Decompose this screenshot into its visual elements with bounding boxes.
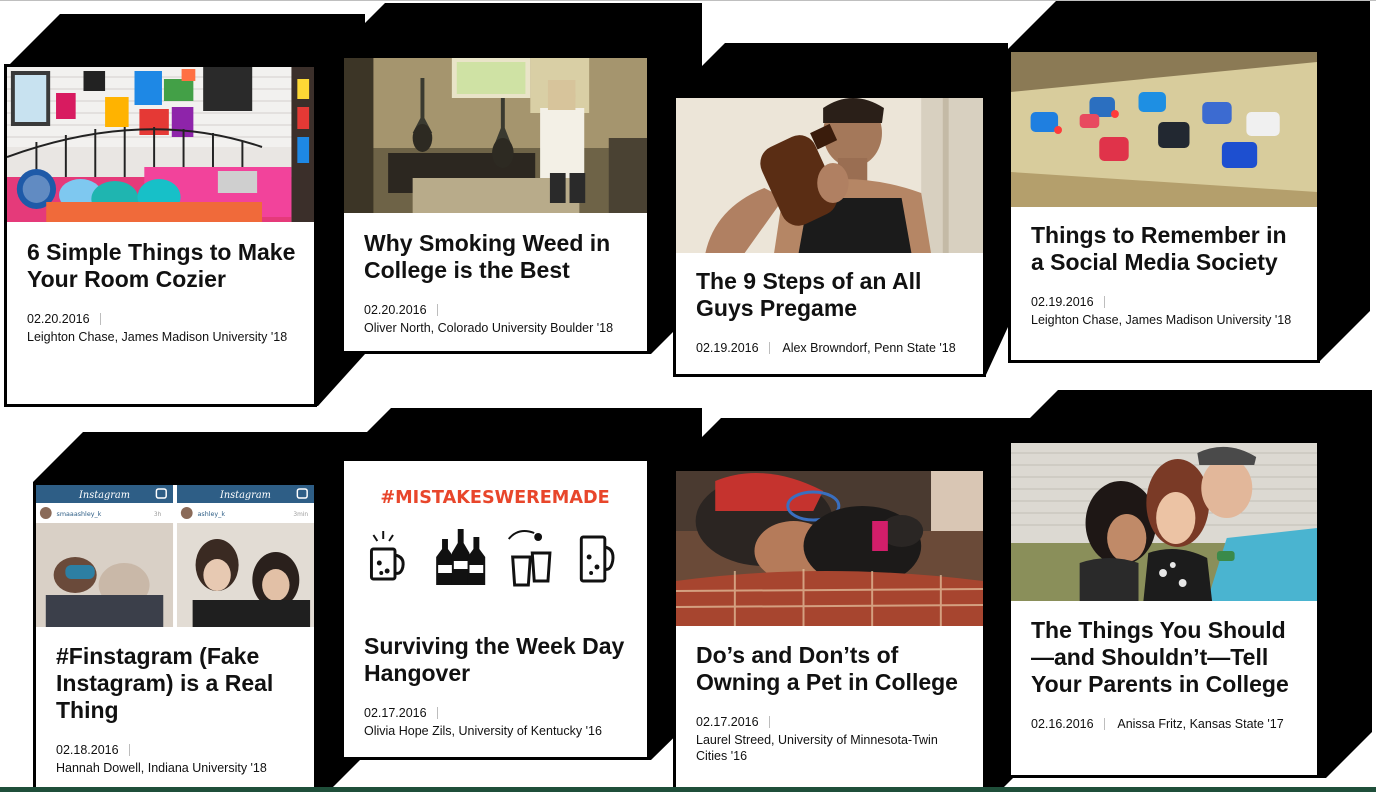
article-grid-page: 6 Simple Things to Make Your Room Cozier… bbox=[0, 0, 1376, 792]
article-image[interactable] bbox=[1011, 52, 1317, 207]
article-image[interactable]: #MISTAKESWEREMADE bbox=[344, 461, 647, 611]
pet-photo bbox=[676, 471, 983, 626]
article-card[interactable]: The 9 Steps of an All Guys Pregame 02.19… bbox=[673, 95, 986, 377]
article-date: 02.20.2016 bbox=[364, 304, 438, 316]
article-title[interactable]: #Finstagram (Fake Instagram) is a Real T… bbox=[56, 643, 296, 724]
article-card[interactable]: Things to Remember in a Social Media Soc… bbox=[1008, 49, 1320, 363]
article-author[interactable]: Laurel Streed, University of Minnesota-T… bbox=[696, 732, 965, 764]
article-card[interactable]: #MISTAKESWEREMADE Surviving the Week Day… bbox=[341, 458, 650, 760]
article-card[interactable]: Why Smoking Weed in College is the Best … bbox=[341, 55, 650, 354]
article-author[interactable]: Leighton Chase, James Madison University… bbox=[27, 329, 296, 345]
article-card[interactable]: 6 Simple Things to Make Your Room Cozier… bbox=[4, 64, 317, 407]
article-title[interactable]: Do’s and Don’ts of Owning a Pet in Colle… bbox=[696, 642, 965, 696]
article-card[interactable]: The Things You Should—and Shouldn’t—Tell… bbox=[1008, 440, 1320, 778]
article-card[interactable]: Do’s and Don’ts of Owning a Pet in Colle… bbox=[673, 468, 986, 792]
article-author[interactable]: Olivia Hope Zils, University of Kentucky… bbox=[364, 723, 629, 739]
instagram-screens: Instagram Instagram smaaashley_k ashley_… bbox=[36, 485, 314, 627]
family-photo bbox=[1011, 443, 1317, 601]
article-title[interactable]: The Things You Should—and Shouldn’t—Tell… bbox=[1031, 617, 1299, 698]
article-date: 02.18.2016 bbox=[56, 744, 130, 756]
article-author[interactable]: Anissa Fritz, Kansas State '17 bbox=[1117, 717, 1283, 731]
article-image[interactable]: Instagram Instagram smaaashley_k ashley_… bbox=[36, 485, 314, 627]
article-title[interactable]: Things to Remember in a Social Media Soc… bbox=[1031, 222, 1299, 276]
article-author[interactable]: Hannah Dowell, Indiana University '18 bbox=[56, 760, 296, 776]
article-image[interactable] bbox=[1011, 443, 1317, 601]
article-author[interactable]: Leighton Chase, James Madison University… bbox=[1031, 312, 1299, 328]
instagram-username: smaaashley_k bbox=[57, 510, 102, 518]
mistakes-hashtag: #MISTAKESWEREMADE bbox=[380, 487, 609, 508]
article-title[interactable]: 6 Simple Things to Make Your Room Cozier bbox=[27, 239, 296, 293]
article-date: 02.17.2016 bbox=[696, 716, 770, 728]
article-title[interactable]: Surviving the Week Day Hangover bbox=[364, 633, 629, 687]
article-date: 02.19.2016 bbox=[696, 342, 770, 354]
instagram-time: 3h bbox=[154, 511, 162, 518]
article-date: 02.20.2016 bbox=[27, 313, 101, 325]
article-image[interactable] bbox=[7, 67, 314, 222]
footer-bar bbox=[0, 787, 1376, 792]
article-title[interactable]: Why Smoking Weed in College is the Best bbox=[364, 230, 629, 284]
article-image[interactable] bbox=[676, 471, 983, 626]
mistakes-graphic: #MISTAKESWEREMADE bbox=[344, 461, 647, 611]
dorm-room-photo bbox=[7, 67, 314, 222]
article-title[interactable]: The 9 Steps of an All Guys Pregame bbox=[696, 268, 965, 322]
article-image[interactable] bbox=[676, 98, 983, 253]
instagram-wordmark: Instagram bbox=[78, 490, 130, 501]
article-date: 02.17.2016 bbox=[364, 707, 438, 719]
article-date: 02.19.2016 bbox=[1031, 296, 1105, 308]
top-divider bbox=[0, 0, 1376, 1]
instagram-username: ashley_k bbox=[198, 510, 226, 518]
article-card[interactable]: Instagram Instagram smaaashley_k ashley_… bbox=[33, 482, 317, 792]
article-image[interactable] bbox=[344, 58, 647, 213]
instagram-time: 3min bbox=[293, 511, 308, 518]
drinking-photo bbox=[676, 98, 983, 253]
article-date: 02.16.2016 bbox=[1031, 718, 1105, 730]
instagram-wordmark: Instagram bbox=[219, 490, 271, 501]
article-author[interactable]: Alex Browndorf, Penn State '18 bbox=[782, 341, 955, 355]
article-author[interactable]: Oliver North, Colorado University Boulde… bbox=[364, 320, 629, 336]
social-apps-photo bbox=[1011, 52, 1317, 207]
hookah-photo bbox=[344, 58, 647, 213]
